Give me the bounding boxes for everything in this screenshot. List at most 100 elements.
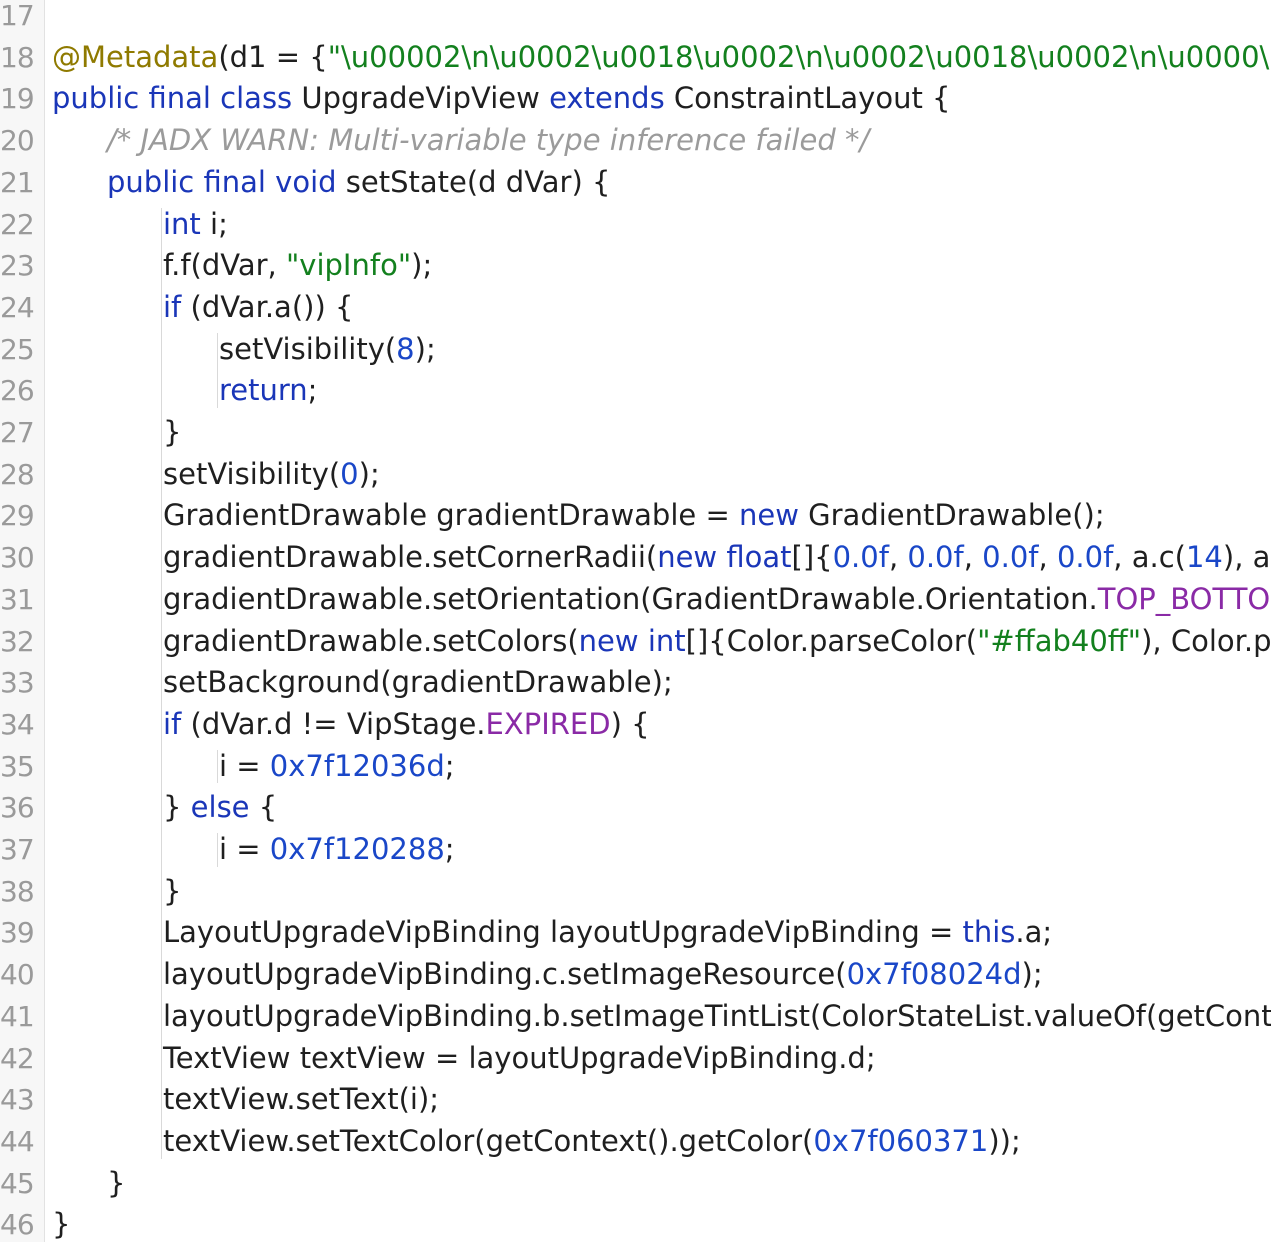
code-line[interactable]: 26 return; xyxy=(0,370,1271,412)
code-token: ) { xyxy=(610,706,650,741)
code-line[interactable]: 37 i = 0x7f120288; xyxy=(0,829,1271,871)
code-line[interactable]: 38} xyxy=(0,871,1271,913)
code-token: 0 xyxy=(340,456,359,491)
code-text: LayoutUpgradeVipBinding layoutUpgradeVip… xyxy=(163,912,1052,954)
code-token: if xyxy=(163,289,182,324)
code-line[interactable]: 23 f.f(dVar, "vipInfo"); xyxy=(0,245,1271,287)
line-number: 34 xyxy=(0,707,35,741)
line-number: 43 xyxy=(0,1083,35,1117)
line-number: 28 xyxy=(0,457,35,491)
line-number: 40 xyxy=(0,958,35,992)
code-text: if (dVar.a()) { xyxy=(163,287,353,329)
line-number: 26 xyxy=(0,374,35,408)
code-line[interactable]: 39 LayoutUpgradeVipBinding layoutUpgradeV… xyxy=(0,912,1271,954)
code-text: layoutUpgradeVipBinding.c.setImageResour… xyxy=(163,954,1043,996)
code-line[interactable]: 46} xyxy=(0,1204,1271,1242)
line-number: 30 xyxy=(0,541,35,575)
code-line[interactable]: 17 xyxy=(0,0,1271,37)
code-token: TextView textView = layoutUpgradeVipBind… xyxy=(163,1040,876,1075)
code-token: ); xyxy=(358,456,380,491)
code-token: , a.c( xyxy=(1113,540,1186,575)
code-token: } xyxy=(163,873,182,908)
code-token: (d1 = { xyxy=(218,39,328,74)
code-token: } xyxy=(107,1165,126,1200)
code-token: EXPIRED xyxy=(485,706,611,741)
code-token: gradientDrawable.setCornerRadii( xyxy=(163,540,658,575)
code-token: } xyxy=(52,1207,71,1242)
code-text: int i; xyxy=(163,204,228,246)
line-number: 35 xyxy=(0,749,35,783)
code-line[interactable]: 25 setVisibility(8); xyxy=(0,329,1271,371)
code-token: []{Color.parseColor( xyxy=(685,623,978,658)
code-line[interactable]: 35 i = 0x7f12036d; xyxy=(0,746,1271,788)
code-text: } else { xyxy=(163,787,277,829)
code-line[interactable]: 20 /* JADX WARN: Multi-variable type infe… xyxy=(0,120,1271,162)
code-line[interactable]: 44 textView.setTextColor(getContext().get… xyxy=(0,1121,1271,1163)
code-token: ; xyxy=(444,832,455,866)
line-number: 33 xyxy=(0,666,35,700)
code-token: 0x7f08024d xyxy=(846,957,1022,992)
line-number: 18 xyxy=(0,40,35,74)
code-token: else xyxy=(190,790,250,825)
code-line[interactable]: 18 @Metadata(d1 = {"\u00002\n\u0002\u0018… xyxy=(0,37,1271,79)
line-number: 37 xyxy=(0,833,35,866)
code-token: setBackground(gradientDrawable); xyxy=(163,665,673,700)
code-token: ), Color.pars xyxy=(1141,623,1271,658)
code-text: return; xyxy=(219,370,317,412)
code-text: } xyxy=(52,1204,70,1242)
line-number: 44 xyxy=(0,1124,35,1158)
line-number: 46 xyxy=(0,1208,35,1242)
code-token: 8 xyxy=(396,331,415,366)
code-token: layoutUpgradeVipBinding.b.setImageTintLi… xyxy=(163,998,1271,1033)
code-text: /* JADX WARN: Multi-variable type infere… xyxy=(107,120,869,162)
code-line[interactable]: 27} xyxy=(0,412,1271,454)
code-line[interactable]: 41 layoutUpgradeVipBinding.b.setImageTint… xyxy=(0,996,1271,1038)
line-number: 45 xyxy=(0,1166,35,1200)
code-token: textView.setTextColor(getContext().getCo… xyxy=(163,1123,814,1158)
code-text: } xyxy=(163,871,181,913)
code-line[interactable]: 45} xyxy=(0,1163,1271,1205)
code-token: UpgradeVipView xyxy=(292,81,550,116)
code-line[interactable]: 22 int i; xyxy=(0,204,1271,246)
code-text: setVisibility(0); xyxy=(163,454,380,496)
code-line[interactable]: 42 TextView textView = layoutUpgradeVipBi… xyxy=(0,1038,1271,1080)
code-line[interactable]: 28 setVisibility(0); xyxy=(0,454,1271,496)
line-number: 20 xyxy=(0,124,35,158)
code-token: "vipInfo" xyxy=(285,248,412,283)
code-line[interactable]: 36} else { xyxy=(0,787,1271,829)
code-token: new xyxy=(738,498,799,533)
code-line[interactable]: 34 if (dVar.d != VipStage.EXPIRED) { xyxy=(0,704,1271,746)
line-number: 17 xyxy=(0,0,35,32)
code-line[interactable]: 32 gradientDrawable.setColors(new int[]{C… xyxy=(0,621,1271,663)
code-token: LayoutUpgradeVipBinding layoutUpgradeVip… xyxy=(163,915,963,950)
code-token: , xyxy=(963,540,983,575)
code-line[interactable]: 29 GradientDrawable gradientDrawable = ne… xyxy=(0,495,1271,537)
code-editor[interactable]: 17 18 @Metadata(d1 = {"\u00002\n\u0002\u00… xyxy=(0,0,1271,1242)
code-text: GradientDrawable gradientDrawable = new … xyxy=(163,495,1105,537)
code-line[interactable]: 19 public final class UpgradeVipView exte… xyxy=(0,78,1271,120)
code-token: (dVar.d != VipStage. xyxy=(181,706,486,741)
code-token: textView.setText(i); xyxy=(163,1082,440,1117)
code-token: @Metadata xyxy=(52,39,219,74)
line-number: 19 xyxy=(0,82,35,116)
code-token: 14 xyxy=(1185,540,1223,575)
code-token: , xyxy=(1038,540,1057,575)
code-line[interactable]: 24 if (dVar.a()) { xyxy=(0,287,1271,329)
code-line[interactable]: 31 gradientDrawable.setOrientation(Gradie… xyxy=(0,579,1271,621)
code-token: /* JADX WARN: Multi-variable type infere… xyxy=(107,123,870,158)
code-token: } xyxy=(163,790,191,825)
code-line[interactable]: 33 setBackground(gradientDrawable); xyxy=(0,662,1271,704)
code-line[interactable]: 43 textView.setText(i); xyxy=(0,1079,1271,1121)
code-text: } xyxy=(107,1163,125,1205)
code-token: return xyxy=(219,373,308,408)
code-token: GradientDrawable gradientDrawable = xyxy=(163,498,739,533)
line-number: 27 xyxy=(0,416,35,449)
code-token: []{ xyxy=(791,540,833,575)
code-token: "#ffab40ff" xyxy=(977,623,1142,658)
code-line[interactable]: 40 layoutUpgradeVipBinding.c.setImageReso… xyxy=(0,954,1271,996)
code-text: @Metadata(d1 = {"\u00002\n\u0002\u0018\u… xyxy=(52,37,1271,79)
code-line[interactable]: 30 gradientDrawable.setCornerRadii(new fl… xyxy=(0,537,1271,579)
code-token: extends xyxy=(549,81,665,116)
code-line[interactable]: 21 public final void setState(d dVar) { xyxy=(0,162,1271,204)
code-token: setVisibility( xyxy=(219,331,397,366)
